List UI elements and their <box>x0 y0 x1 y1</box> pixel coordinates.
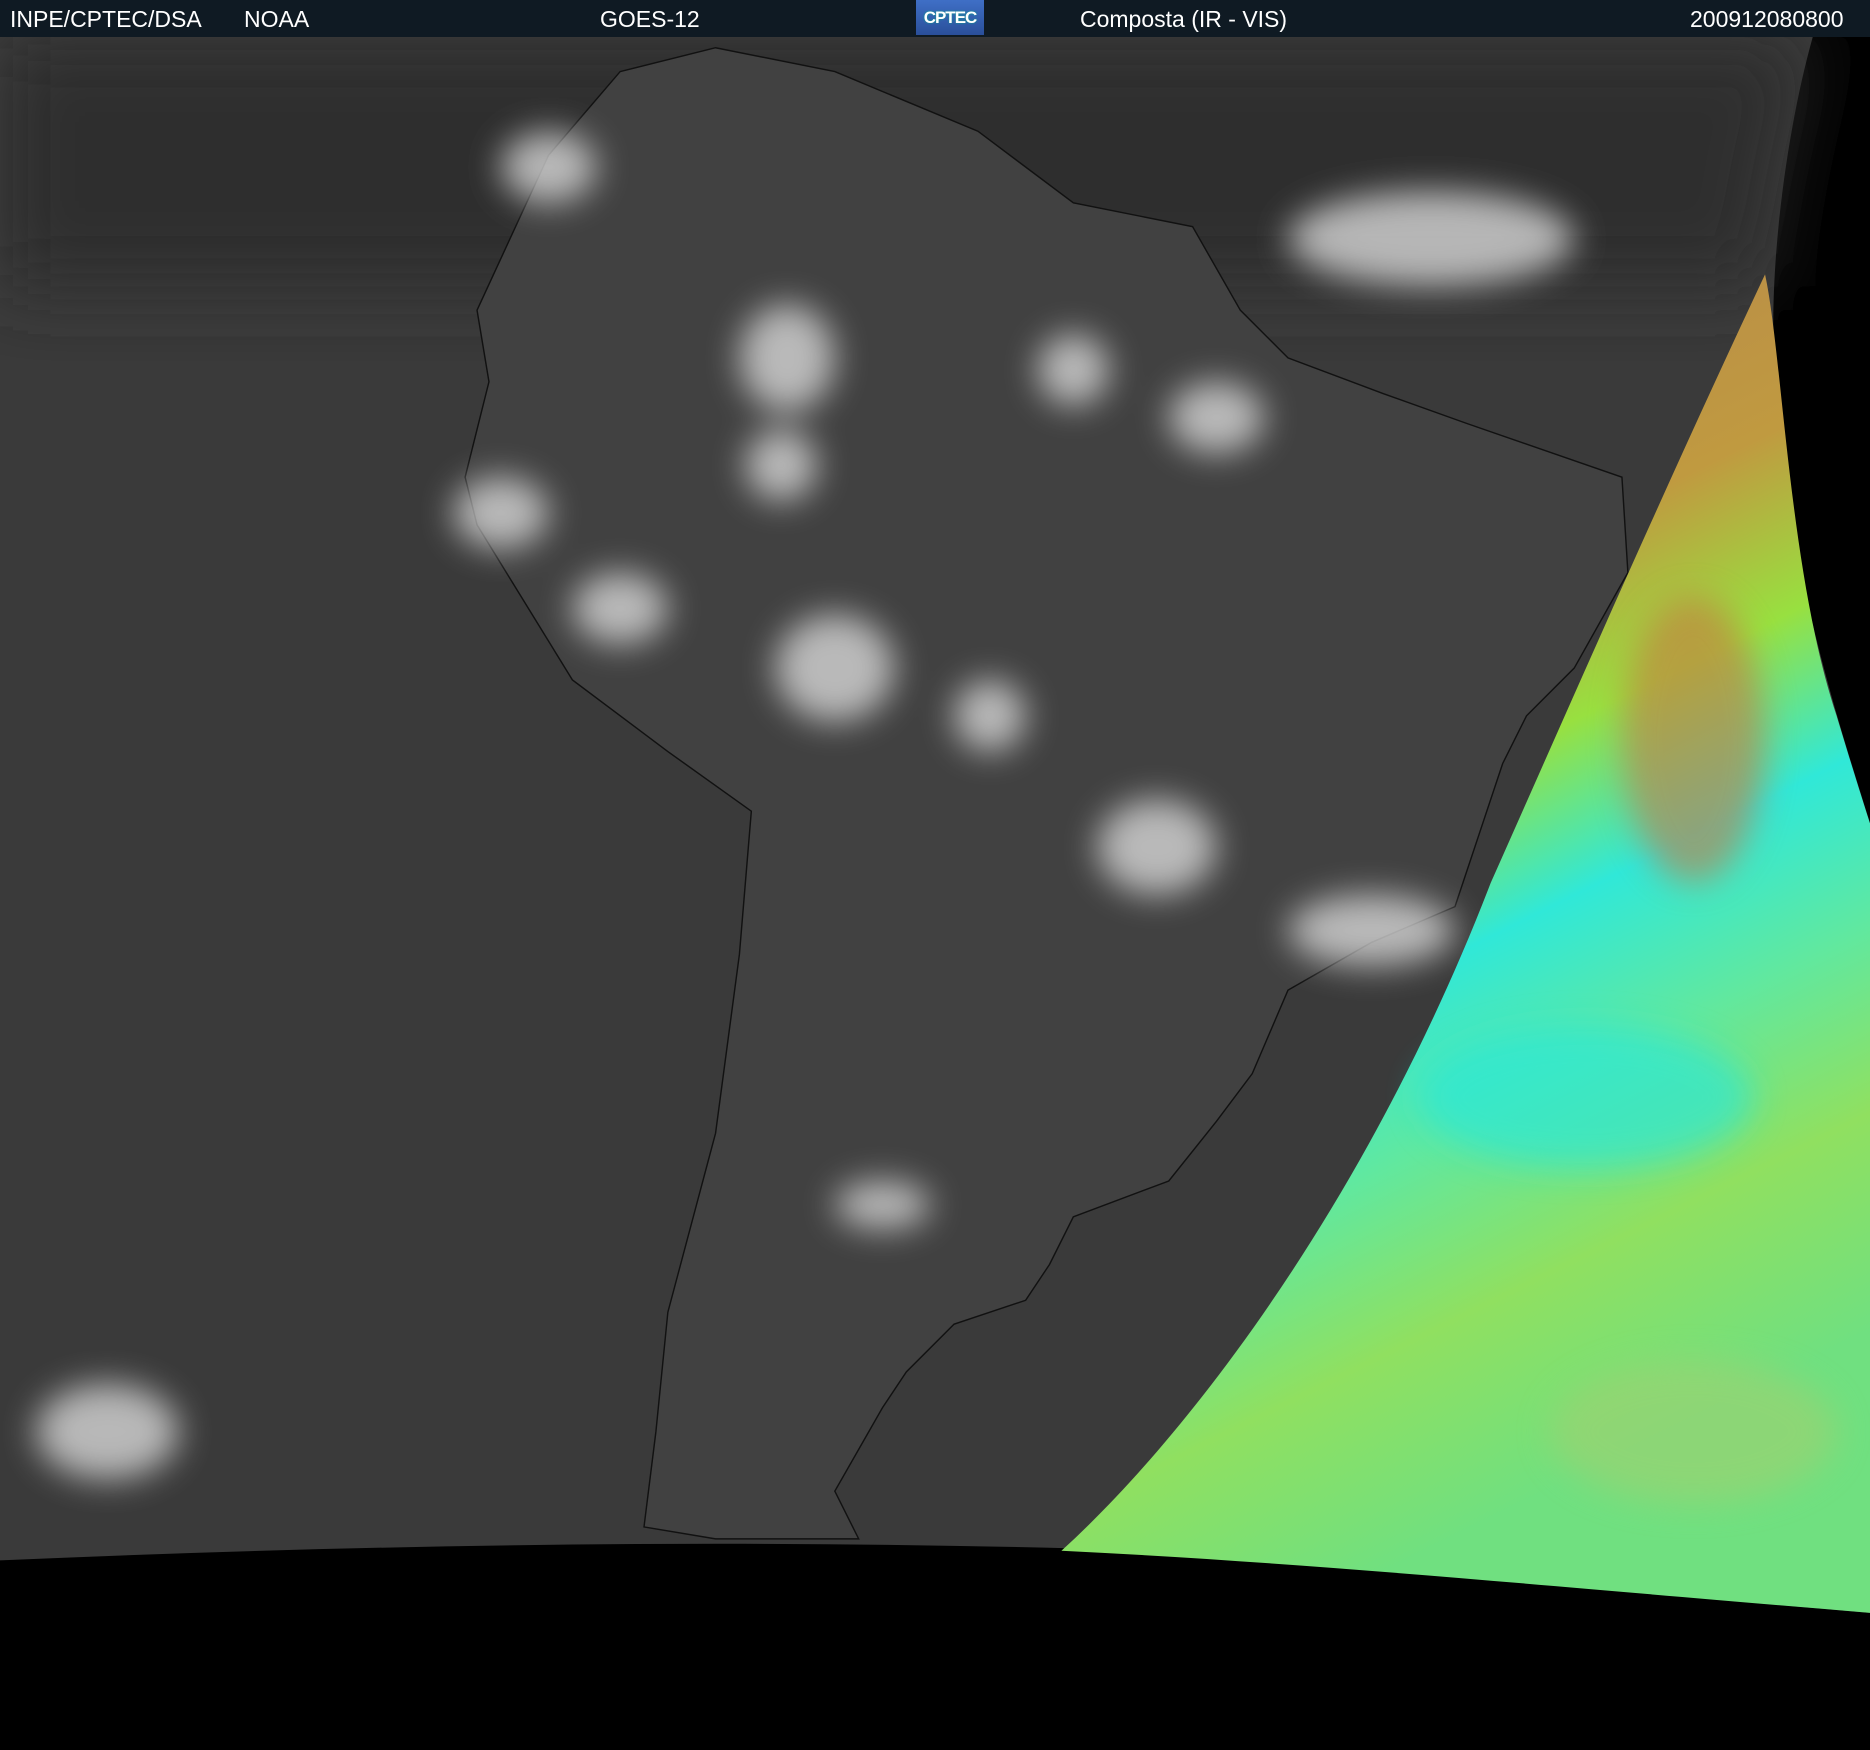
satellite-label: GOES-12 <box>600 6 700 32</box>
header-bar: INPE/CPTEC/DSA NOAA GOES-12 CPTEC Compos… <box>0 0 1870 38</box>
cptec-logo: CPTEC <box>916 0 984 35</box>
product-label: Composta (IR - VIS) <box>1080 6 1288 32</box>
agency-label: INPE/CPTEC/DSA <box>10 6 202 32</box>
partner-label: NOAA <box>244 6 310 32</box>
timestamp-label: 200912080800 <box>1690 6 1844 32</box>
satellite-image <box>0 37 1870 1750</box>
